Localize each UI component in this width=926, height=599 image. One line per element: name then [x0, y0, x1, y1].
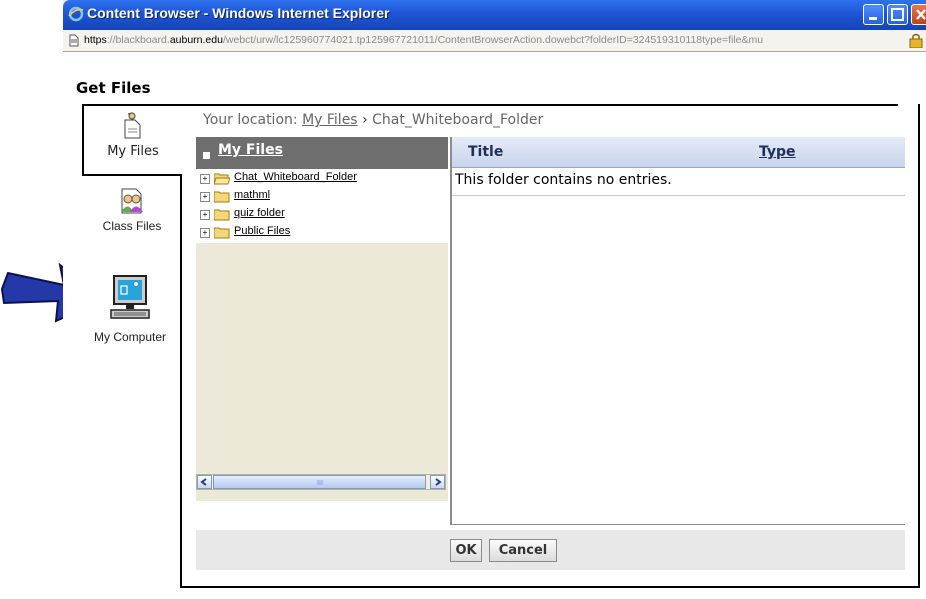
title-bar[interactable]: Content Browser - Windows Internet Explo…: [63, 0, 926, 30]
dialog-content: Get Files My Files Class Files My Comput…: [63, 52, 926, 599]
lock-icon: [909, 33, 923, 48]
bullet-icon: [203, 152, 210, 159]
list-header: Title Type: [452, 137, 905, 168]
frame-border: [180, 586, 920, 588]
divider: [452, 195, 905, 196]
url-protocol: https: [84, 34, 107, 46]
chevron-right-icon: [435, 478, 442, 486]
file-list-pane: Title Type This folder contains no entri…: [450, 137, 905, 525]
expand-icon[interactable]: +: [200, 192, 210, 202]
column-title[interactable]: Title: [468, 144, 503, 160]
address-url[interactable]: https://blackboard.auburn.edu/webct/urw/…: [84, 34, 763, 46]
horizontal-scrollbar[interactable]: [196, 474, 446, 490]
breadcrumb-link-my-files[interactable]: My Files: [302, 112, 358, 128]
address-bar[interactable]: https://blackboard.auburn.edu/webct/urw/…: [63, 30, 926, 52]
scroll-left-button[interactable]: [197, 475, 212, 489]
folder-name[interactable]: Public Files: [234, 225, 290, 237]
button-bar: OK Cancel: [196, 530, 905, 570]
close-icon: [916, 9, 926, 20]
grip-icon: [317, 480, 322, 485]
folder-icon: [214, 227, 230, 239]
ok-button[interactable]: OK: [450, 539, 482, 562]
expand-icon[interactable]: +: [200, 174, 210, 184]
maximize-icon: [891, 8, 904, 21]
minimize-button[interactable]: [863, 4, 884, 25]
breadcrumb-separator: ›: [362, 112, 368, 128]
frame-border: [118, 104, 898, 106]
frame-border: [918, 104, 920, 588]
column-type[interactable]: Type: [759, 144, 796, 160]
folder-name[interactable]: quiz folder: [234, 207, 285, 219]
sidebar-item-my-files[interactable]: My Files: [85, 112, 181, 159]
folder-icon: [214, 191, 230, 203]
frame-border: [180, 175, 182, 588]
maximize-button[interactable]: [887, 4, 908, 25]
page-icon: [69, 34, 79, 47]
minimize-icon: [869, 17, 877, 20]
page-title: Get Files: [76, 79, 151, 97]
close-button[interactable]: [911, 4, 926, 25]
cancel-button[interactable]: Cancel: [489, 539, 557, 562]
breadcrumb-prefix: Your location:: [203, 112, 298, 128]
browser-window: Content Browser - Windows Internet Explo…: [63, 0, 926, 599]
breadcrumb-current: Chat_Whiteboard_Folder: [372, 112, 544, 128]
scroll-right-button[interactable]: [430, 475, 445, 489]
chevron-left-icon: [200, 478, 207, 486]
folder-name[interactable]: Chat_Whiteboard_Folder: [234, 171, 357, 183]
sidebar-item-my-computer[interactable]: My Computer: [80, 274, 180, 344]
my-files-icon: [124, 112, 141, 139]
computer-icon: [110, 275, 150, 319]
empty-message: This folder contains no entries.: [455, 172, 672, 188]
tree-header: My Files: [196, 137, 448, 169]
url-path: /webct/urw/lc125960774021.tp125967721011…: [222, 34, 764, 46]
sidebar-item-label: Class Files: [102, 219, 162, 233]
folder-tree-pane: My Files + Chat_Whiteboard_Folder + math…: [196, 137, 448, 501]
folder-tree: + Chat_Whiteboard_Folder + mathml + quiz…: [196, 169, 448, 243]
tree-header-link[interactable]: My Files: [218, 142, 283, 158]
scroll-thumb[interactable]: [213, 475, 426, 489]
sidebar-item-label: My Computer: [93, 330, 167, 344]
window-title: Content Browser - Windows Internet Explo…: [87, 5, 390, 21]
sidebar-item-class-files[interactable]: Class Files: [82, 185, 182, 233]
class-files-icon: [121, 188, 143, 214]
ie-logo-icon: [68, 6, 84, 22]
open-folder-icon: [214, 173, 230, 185]
breadcrumb: Your location: My Files › Chat_Whiteboar…: [203, 112, 543, 128]
url-host: auburn.edu: [169, 34, 223, 46]
url-prefix: ://blackboard.: [106, 34, 170, 46]
folder-name[interactable]: mathml: [234, 189, 270, 201]
folder-icon: [214, 209, 230, 221]
sidebar-item-label: My Files: [107, 144, 159, 159]
expand-icon[interactable]: +: [200, 228, 210, 238]
expand-icon[interactable]: +: [200, 210, 210, 220]
